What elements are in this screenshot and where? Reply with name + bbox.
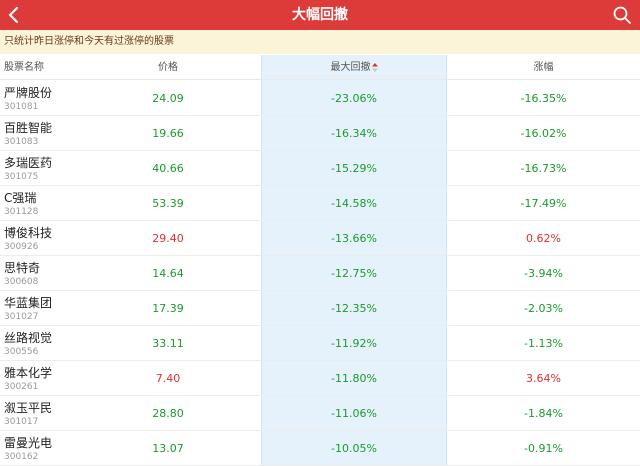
stock-code: 300556 [4, 347, 39, 357]
stock-max-drawdown: -11.92% [331, 337, 377, 350]
search-icon[interactable] [612, 5, 632, 25]
stock-max-drawdown: -11.06% [331, 407, 377, 420]
stock-name: 博俊科技 [4, 226, 53, 240]
stock-max-drawdown: -23.06% [331, 92, 377, 105]
stock-name: 溆玉平民 [4, 401, 53, 415]
table-row[interactable]: 思特奇 300608 14.64 -12.75% -3.94% [0, 256, 640, 291]
stock-change: 3.64% [526, 372, 561, 385]
stock-price: 13.07 [152, 442, 184, 455]
table-row[interactable]: 多瑞医药 301075 40.66 -15.29% -16.73% [0, 151, 640, 186]
stock-code: 301128 [4, 207, 39, 217]
stock-change: -17.49% [520, 197, 567, 210]
table-row[interactable]: 溆玉平民 301017 28.80 -11.06% -1.84% [0, 396, 640, 431]
table-row[interactable]: 雷曼光电 300162 13.07 -10.05% -0.91% [0, 431, 640, 466]
stock-name: 思特奇 [4, 261, 41, 275]
column-header-drawdown-label: 最大回撤 [330, 62, 371, 73]
stock-name: 严牌股份 [4, 86, 53, 100]
stock-code: 301083 [4, 137, 39, 147]
stock-code: 301027 [4, 312, 39, 322]
top-bar: 大幅回撤 [0, 0, 640, 30]
stock-change: -16.73% [520, 162, 567, 175]
stock-name: C强瑞 [4, 191, 37, 205]
column-header-price[interactable]: 价格 [120, 55, 216, 80]
stock-name: 百胜智能 [4, 121, 53, 135]
table-header: 股票名称 价格 最大回撤 涨幅 [0, 55, 640, 80]
table-row[interactable]: 严牌股份 301081 24.09 -23.06% -16.35% [0, 81, 640, 116]
table-row[interactable]: 博俊科技 300926 29.40 -13.66% 0.62% [0, 221, 640, 256]
stock-code: 301017 [4, 417, 39, 427]
stock-price: 28.80 [152, 407, 184, 420]
stock-code: 300926 [4, 242, 39, 252]
stock-max-drawdown: -14.58% [331, 197, 377, 210]
table-row[interactable]: 雅本化学 300261 7.40 -11.80% 3.64% [0, 361, 640, 396]
stock-max-drawdown: -13.66% [331, 232, 377, 245]
stock-price: 24.09 [152, 92, 184, 105]
stock-code: 300162 [4, 452, 39, 462]
table-row[interactable]: 百胜智能 301083 19.66 -16.34% -16.02% [0, 116, 640, 151]
stock-change: -2.03% [524, 302, 563, 315]
stock-code: 300261 [4, 382, 39, 392]
column-header-change[interactable]: 涨幅 [447, 55, 640, 80]
stock-price: 53.39 [152, 197, 184, 210]
stock-name: 雅本化学 [4, 366, 53, 380]
stock-name: 华蓝集团 [4, 296, 53, 310]
stock-code: 301081 [4, 102, 39, 112]
stock-price: 33.11 [152, 337, 184, 350]
stock-price: 17.39 [152, 302, 184, 315]
stock-name: 丝路视觉 [4, 331, 53, 345]
stock-change: -16.02% [520, 127, 567, 140]
stock-change: -16.35% [520, 92, 567, 105]
table-row[interactable]: 华蓝集团 301027 17.39 -12.35% -2.03% [0, 291, 640, 326]
stock-change: 0.62% [526, 232, 561, 245]
stock-max-drawdown: -11.80% [331, 372, 377, 385]
column-header-drawdown[interactable]: 最大回撤 [261, 55, 447, 80]
stock-table: 股票名称 价格 最大回撤 涨幅 严牌股份 301081 24.09 -23.06% -1… [0, 55, 640, 466]
table-row[interactable]: 丝路视觉 300556 33.11 -11.92% -1.13% [0, 326, 640, 361]
table-row[interactable]: C强瑞 301128 53.39 -14.58% -17.49% [0, 186, 640, 221]
stock-price: 14.64 [152, 267, 184, 280]
stock-max-drawdown: -12.75% [331, 267, 377, 280]
stock-max-drawdown: -16.34% [331, 127, 377, 140]
stock-code: 301075 [4, 172, 39, 182]
stock-change: -1.84% [524, 407, 563, 420]
stock-name: 雷曼光电 [4, 436, 53, 450]
sort-arrow-icon [371, 62, 378, 72]
stock-change: -1.13% [524, 337, 563, 350]
stock-change: -0.91% [524, 442, 563, 455]
stock-price: 19.66 [152, 127, 184, 140]
stock-max-drawdown: -10.05% [331, 442, 377, 455]
stock-price: 40.66 [152, 162, 184, 175]
stock-code: 300608 [4, 277, 39, 287]
notice-banner: 只统计昨日涨停和今天有过涨停的股票 [0, 30, 640, 54]
page-title: 大幅回撤 [292, 7, 348, 23]
stock-max-drawdown: -12.35% [331, 302, 377, 315]
stock-max-drawdown: -15.29% [331, 162, 377, 175]
stock-price: 29.40 [152, 232, 184, 245]
stock-price: 7.40 [155, 372, 181, 385]
stock-name: 多瑞医药 [4, 156, 53, 170]
stock-change: -3.94% [524, 267, 563, 280]
column-header-name[interactable]: 股票名称 [4, 55, 44, 80]
table-body: 严牌股份 301081 24.09 -23.06% -16.35% 百胜智能 301083 1… [0, 81, 640, 466]
